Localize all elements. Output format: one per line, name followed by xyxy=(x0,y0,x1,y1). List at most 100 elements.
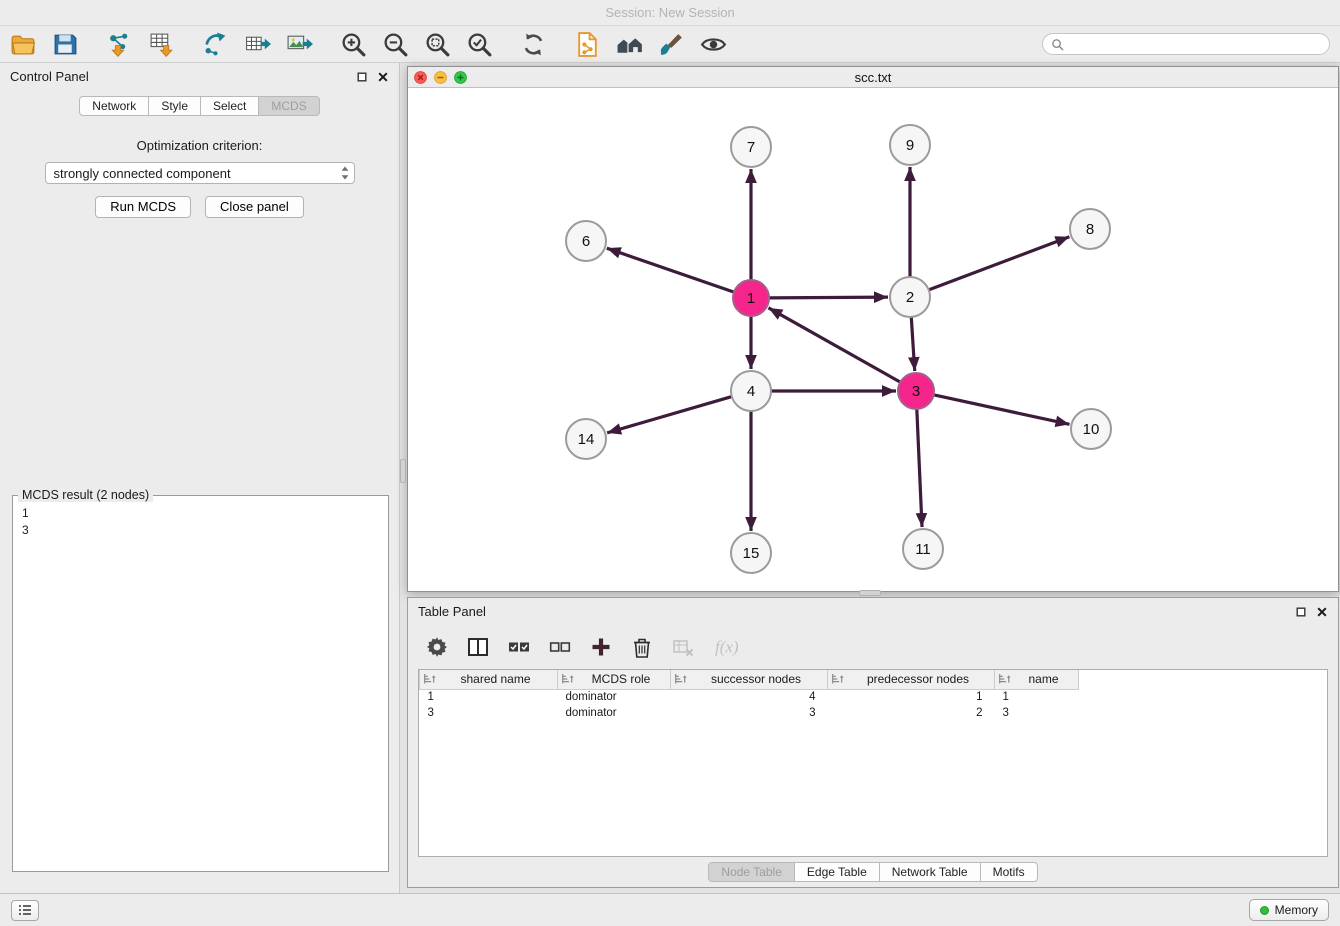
column-header-mcds-role[interactable]: MCDS role xyxy=(558,670,671,689)
sort-tree-icon xyxy=(831,673,844,685)
zoom-selected-icon[interactable] xyxy=(466,31,493,58)
add-column-icon[interactable] xyxy=(590,636,612,658)
import-table-icon[interactable] xyxy=(148,31,175,58)
node-table-container[interactable]: shared name MCDS role successor nodesprede… xyxy=(418,669,1328,857)
table-cell[interactable]: dominator xyxy=(558,689,671,705)
close-window-icon[interactable] xyxy=(414,71,427,84)
table-cell[interactable]: 3 xyxy=(420,705,558,721)
export-network-icon[interactable] xyxy=(202,31,229,58)
select-all-icon[interactable] xyxy=(508,636,530,658)
node-table-header-row: shared name MCDS role successor nodesprede… xyxy=(420,670,1328,689)
float-window-icon[interactable] xyxy=(356,71,368,83)
column-header-shared-name[interactable]: shared name xyxy=(420,670,558,689)
window-title: Session: New Session xyxy=(605,5,734,20)
vertical-splitter-grip[interactable] xyxy=(400,459,406,483)
graph-node-3[interactable]: 3 xyxy=(898,373,934,409)
close-table-panel-icon[interactable] xyxy=(1316,606,1328,618)
export-image-icon[interactable] xyxy=(286,31,313,58)
graph-node-14[interactable]: 14 xyxy=(566,419,606,459)
tab-style[interactable]: Style xyxy=(148,96,201,116)
table-cell[interactable]: 1 xyxy=(420,689,558,705)
tab-node-table[interactable]: Node Table xyxy=(708,862,795,882)
zoom-in-icon[interactable] xyxy=(340,31,367,58)
graph-node-15[interactable]: 15 xyxy=(731,533,771,573)
graph-node-2[interactable]: 2 xyxy=(890,277,930,317)
graph-node-1[interactable]: 1 xyxy=(733,280,769,316)
graph-edge-3-11[interactable] xyxy=(917,409,922,527)
tab-select[interactable]: Select xyxy=(200,96,259,116)
column-header-label: MCDS role xyxy=(592,672,651,686)
mcds-result-list[interactable]: 1 3 xyxy=(13,502,388,542)
table-cell[interactable]: 1 xyxy=(828,689,995,705)
zoom-fit-icon[interactable] xyxy=(424,31,451,58)
graph-node-label: 11 xyxy=(915,541,931,558)
gear-icon[interactable] xyxy=(426,636,448,658)
table-cell[interactable]: 3 xyxy=(995,705,1079,721)
graph-node-9[interactable]: 9 xyxy=(890,125,930,165)
close-panel-icon[interactable] xyxy=(377,71,389,83)
search-icon xyxy=(1051,38,1064,51)
graph-edge-3-1[interactable] xyxy=(768,308,900,382)
graph-node-label: 8 xyxy=(1086,221,1094,238)
graph-node-6[interactable]: 6 xyxy=(566,221,606,261)
network-window-titlebar[interactable]: scc.txt xyxy=(408,67,1338,88)
graph-node-8[interactable]: 8 xyxy=(1070,209,1110,249)
graph-edge-2-8[interactable] xyxy=(929,237,1070,290)
table-row[interactable]: 3dominator323 xyxy=(420,705,1328,721)
search-input[interactable] xyxy=(1069,37,1321,51)
homes-icon[interactable] xyxy=(616,31,643,58)
columns-icon[interactable] xyxy=(467,636,489,658)
main-toolbar-icons xyxy=(10,31,754,58)
traffic-lights xyxy=(408,71,467,84)
table-cell[interactable]: dominator xyxy=(558,705,671,721)
paintbrush-icon[interactable] xyxy=(658,31,685,58)
graph-node-4[interactable]: 4 xyxy=(731,371,771,411)
horizontal-splitter-grip[interactable] xyxy=(859,590,881,596)
graph-edge-1-6[interactable] xyxy=(607,248,734,292)
column-header-predecessor-nodes[interactable]: predecessor nodes xyxy=(828,670,995,689)
run-mcds-button[interactable]: Run MCDS xyxy=(95,196,191,218)
zoom-out-icon[interactable] xyxy=(382,31,409,58)
minimize-window-icon[interactable] xyxy=(434,71,447,84)
table-cell[interactable]: 3 xyxy=(671,705,828,721)
graph-edge-2-3[interactable] xyxy=(911,317,914,371)
unselect-all-icon[interactable] xyxy=(549,636,571,658)
float-table-panel-icon[interactable] xyxy=(1295,606,1307,618)
column-header-successor-nodes[interactable]: successor nodes xyxy=(671,670,828,689)
graph-node-11[interactable]: 11 xyxy=(903,529,943,569)
refresh-layout-icon[interactable] xyxy=(520,31,547,58)
memory-button[interactable]: Memory xyxy=(1249,899,1329,921)
search-box[interactable] xyxy=(1042,33,1330,55)
tab-motifs[interactable]: Motifs xyxy=(980,862,1038,882)
graph-node-label: 6 xyxy=(582,233,590,250)
optimization-dropdown[interactable]: strongly connected component xyxy=(45,162,355,184)
column-header-name[interactable]: name xyxy=(995,670,1079,689)
zoom-window-icon[interactable] xyxy=(454,71,467,84)
table-cell[interactable]: 1 xyxy=(995,689,1079,705)
open-session-icon[interactable] xyxy=(10,31,37,58)
graph-edge-1-2[interactable] xyxy=(769,297,888,298)
eye-icon[interactable] xyxy=(700,31,727,58)
tab-network-table[interactable]: Network Table xyxy=(879,862,981,882)
task-history-button[interactable] xyxy=(11,900,39,921)
close-panel-button[interactable]: Close panel xyxy=(205,196,304,218)
network-canvas[interactable]: 7 9 6 8 1 2 4 3 14 10 15 11 xyxy=(408,88,1338,591)
import-network-icon[interactable] xyxy=(106,31,133,58)
tab-edge-table[interactable]: Edge Table xyxy=(794,862,880,882)
table-cell[interactable]: 4 xyxy=(671,689,828,705)
graph-edge-3-10[interactable] xyxy=(934,395,1070,425)
table-row[interactable]: 1dominator411 xyxy=(420,689,1328,705)
window-titlebar[interactable]: Session: New Session xyxy=(0,0,1340,26)
table-cell-filler xyxy=(1079,689,1328,705)
graph-edge-4-14[interactable] xyxy=(607,397,732,433)
delete-column-icon[interactable] xyxy=(631,636,653,658)
graph-node-10[interactable]: 10 xyxy=(1071,409,1111,449)
graph-node-7[interactable]: 7 xyxy=(731,127,771,167)
graph-node-label: 10 xyxy=(1083,421,1100,438)
tab-mcds[interactable]: MCDS xyxy=(258,96,319,116)
document-network-icon[interactable] xyxy=(574,31,601,58)
table-cell[interactable]: 2 xyxy=(828,705,995,721)
tab-network[interactable]: Network xyxy=(79,96,149,116)
export-table-icon[interactable] xyxy=(244,31,271,58)
save-session-icon[interactable] xyxy=(52,31,79,58)
